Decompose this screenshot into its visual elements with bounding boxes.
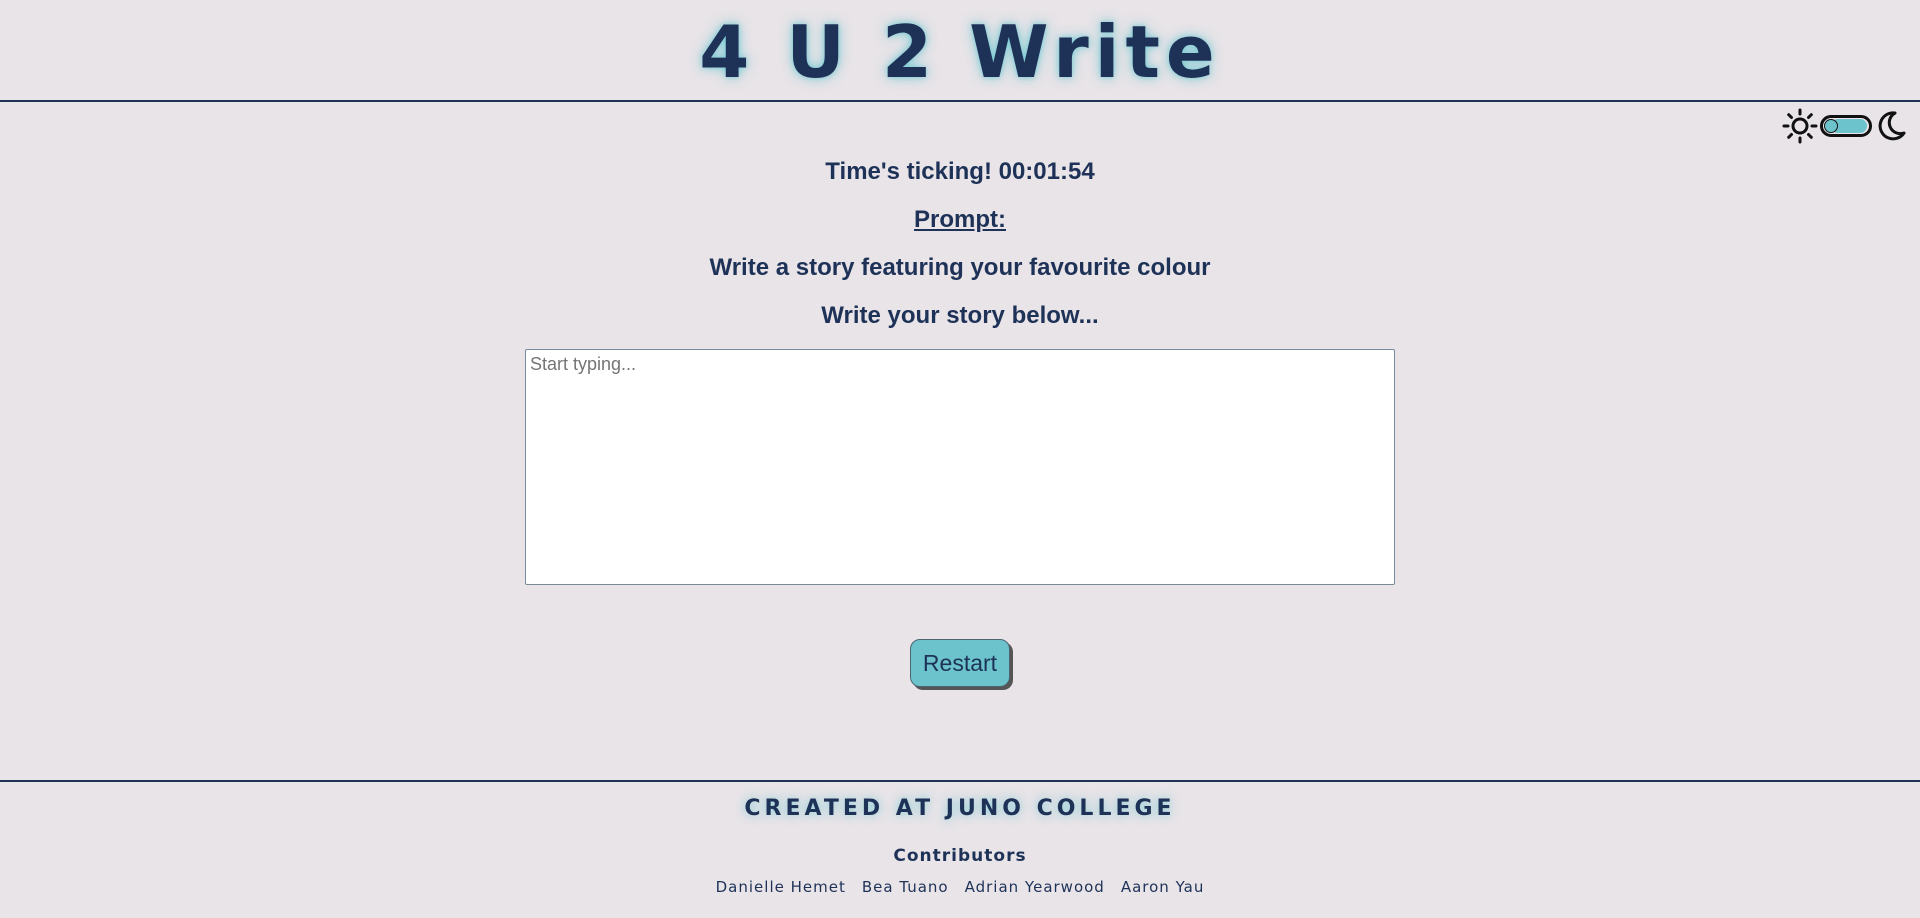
- prompt-text: Write a story featuring your favourite c…: [709, 254, 1211, 281]
- contributor-link[interactable]: Bea Tuano: [862, 878, 949, 896]
- story-label: Write your story below...: [821, 302, 1099, 329]
- contributors-list: Danielle Hemet Bea Tuano Adrian Yearwood…: [0, 878, 1920, 896]
- restart-button[interactable]: Restart: [910, 639, 1010, 687]
- theme-switch-knob[interactable]: [1824, 119, 1838, 133]
- story-textarea[interactable]: [525, 349, 1395, 585]
- footer: CREATED AT JUNO COLLEGE Contributors Dan…: [0, 780, 1920, 918]
- main-content: Time's ticking! 00:01:54 Prompt: Write a…: [0, 102, 1920, 780]
- site-title: 4 U 2 Write: [699, 10, 1221, 94]
- prompt-heading: Prompt:: [914, 206, 1006, 233]
- countdown-timer: Time's ticking! 00:01:54: [825, 158, 1095, 185]
- contributor-link[interactable]: Danielle Hemet: [716, 878, 846, 896]
- header: 4 U 2 Write: [0, 0, 1920, 102]
- contributors-heading: Contributors: [893, 846, 1027, 866]
- footer-title: CREATED AT JUNO COLLEGE: [744, 796, 1176, 821]
- contributor-link[interactable]: Adrian Yearwood: [965, 878, 1105, 896]
- contributor-link[interactable]: Aaron Yau: [1121, 878, 1205, 896]
- app: 4 U 2 Write Time's ticking! 00:01:54 Pro…: [0, 0, 1920, 918]
